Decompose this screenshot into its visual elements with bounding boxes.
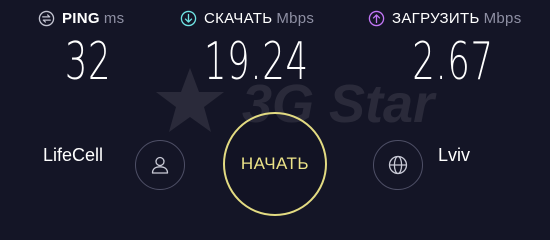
start-button[interactable]: НАЧАТЬ xyxy=(223,112,327,216)
change-isp-button[interactable] xyxy=(135,140,185,190)
server-name: Lviv xyxy=(438,145,471,165)
ping-value: 32 xyxy=(64,32,112,92)
upload-metric: ЗАГРУЗИТЬ Mbps 2.67 xyxy=(368,10,538,90)
user-icon xyxy=(151,156,169,174)
ping-label: PING xyxy=(62,10,100,27)
download-icon xyxy=(180,10,197,27)
ping-unit: ms xyxy=(103,10,125,27)
isp-name: LifeCell xyxy=(43,145,104,165)
upload-unit: Mbps xyxy=(483,10,522,27)
download-value: 19.24 xyxy=(204,32,309,92)
change-server-button[interactable] xyxy=(373,140,423,190)
upload-label: ЗАГРУЗИТЬ xyxy=(392,10,480,27)
upload-label-row: ЗАГРУЗИТЬ Mbps xyxy=(368,10,538,27)
download-label-row: СКАЧАТЬ Mbps xyxy=(180,10,330,27)
ping-label-row: PING ms xyxy=(38,10,138,27)
download-unit: Mbps xyxy=(276,10,315,27)
download-metric: СКАЧАТЬ Mbps 19.24 xyxy=(180,10,330,90)
upload-value: 2.67 xyxy=(412,32,494,92)
ping-icon xyxy=(38,10,55,27)
globe-icon xyxy=(388,155,408,175)
upload-icon xyxy=(368,10,385,27)
download-label: СКАЧАТЬ xyxy=(204,10,273,27)
ping-metric: PING ms 32 xyxy=(38,10,138,90)
